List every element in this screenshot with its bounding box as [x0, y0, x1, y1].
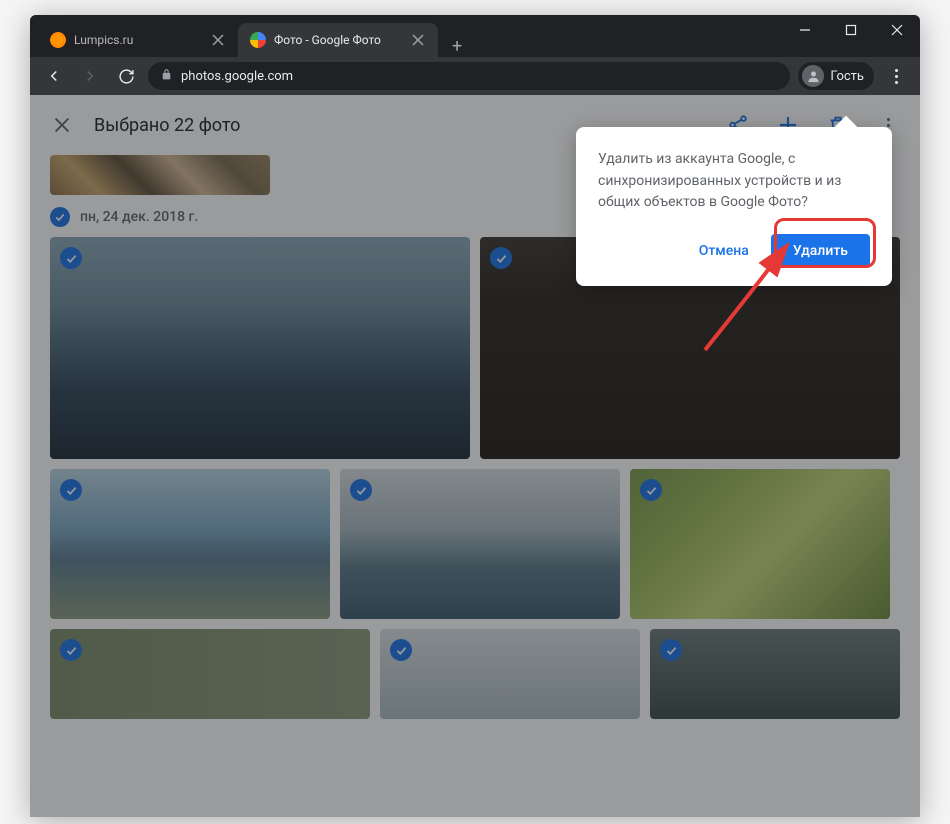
maximize-button[interactable]	[828, 15, 874, 45]
titlebar: Lumpics.ru Фото - Google Фото +	[30, 15, 920, 57]
tab-title: Фото - Google Фото	[274, 33, 404, 47]
minimize-button[interactable]	[782, 15, 828, 45]
photo-thumb[interactable]	[380, 629, 640, 719]
url-text: photos.google.com	[181, 69, 293, 84]
back-button[interactable]	[40, 62, 68, 90]
three-dots-icon	[895, 69, 898, 84]
delete-confirm-popover: Удалить из аккаунта Google, с синхронизи…	[576, 127, 892, 286]
checkmark-icon	[60, 479, 82, 501]
photo-thumb[interactable]	[50, 469, 330, 619]
photo-thumb[interactable]	[50, 629, 370, 719]
window-close-button[interactable]	[874, 15, 920, 45]
checkmark-icon	[390, 639, 412, 661]
photo-thumb[interactable]	[650, 629, 900, 719]
checkmark-icon	[50, 207, 70, 227]
favicon-icon	[250, 32, 266, 48]
close-icon[interactable]	[410, 32, 426, 48]
photo-thumb[interactable]	[50, 155, 270, 195]
confirm-delete-button[interactable]: Удалить	[771, 234, 870, 268]
checkmark-icon	[660, 639, 682, 661]
profile-chip[interactable]: Гость	[798, 62, 874, 90]
date-label: пн, 24 дек. 2018 г.	[80, 209, 198, 225]
photo-thumb[interactable]	[50, 237, 470, 459]
checkmark-icon	[640, 479, 662, 501]
photo-thumb[interactable]	[630, 469, 890, 619]
clear-selection-button[interactable]	[50, 113, 74, 137]
favicon-icon	[50, 32, 66, 48]
browser-menu-button[interactable]	[882, 62, 910, 90]
reload-button[interactable]	[112, 62, 140, 90]
checkmark-icon	[60, 247, 82, 269]
tab-lumpics[interactable]: Lumpics.ru	[38, 23, 238, 57]
lock-icon	[160, 68, 173, 85]
close-icon[interactable]	[210, 32, 226, 48]
popover-actions: Отмена Удалить	[598, 234, 870, 268]
avatar-icon	[802, 65, 824, 87]
popover-message: Удалить из аккаунта Google, с синхронизи…	[598, 149, 870, 214]
window-controls	[782, 15, 920, 57]
new-tab-button[interactable]: +	[438, 36, 476, 57]
tab-strip: Lumpics.ru Фото - Google Фото +	[30, 15, 782, 57]
checkmark-icon	[60, 639, 82, 661]
page-content: Выбрано 22 фото пн, 24 дек. 2018 г.	[30, 95, 920, 817]
cancel-button[interactable]: Отмена	[689, 235, 759, 267]
browser-window: Lumpics.ru Фото - Google Фото +	[30, 15, 920, 817]
forward-button[interactable]	[76, 62, 104, 90]
tab-title: Lumpics.ru	[74, 33, 204, 47]
photo-thumb[interactable]	[340, 469, 620, 619]
checkmark-icon	[350, 479, 372, 501]
address-bar: photos.google.com Гость	[30, 57, 920, 95]
tab-google-photos[interactable]: Фото - Google Фото	[238, 23, 438, 57]
profile-label: Гость	[830, 69, 864, 84]
checkmark-icon	[490, 247, 512, 269]
url-field[interactable]: photos.google.com	[148, 62, 790, 90]
